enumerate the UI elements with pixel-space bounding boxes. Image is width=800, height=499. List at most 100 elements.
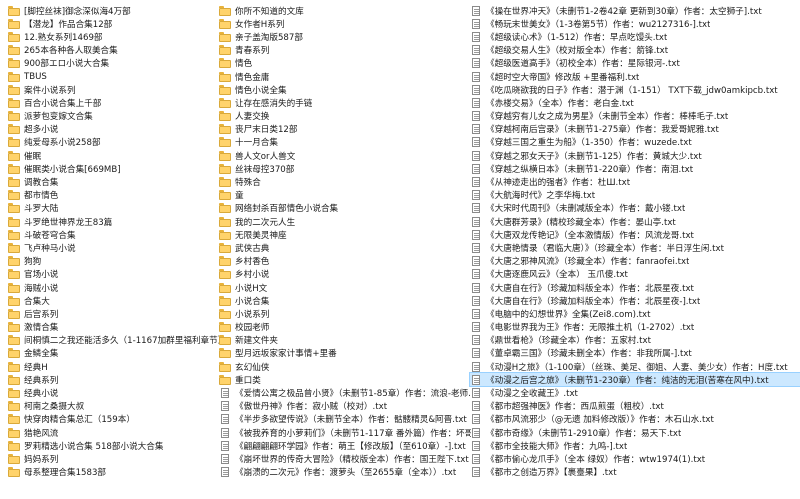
file-item[interactable]: 《翩翩翩翩环学园》作者：萌王【修改版】（至610章）-].txt bbox=[219, 439, 471, 452]
file-item[interactable]: 《畅玩末世美女》（1-3卷第5节）作者：wu2127316-].txt bbox=[470, 17, 800, 30]
file-item[interactable]: 《动漫之全收藏王》.txt bbox=[470, 386, 800, 399]
folder-item[interactable]: 亲子盖淘版587部 bbox=[219, 30, 471, 43]
folder-item[interactable]: 快穿肉精合集总汇（159本） bbox=[8, 413, 226, 426]
folder-item[interactable]: 罗莉精选小说合集 518部小说大合集 bbox=[8, 439, 226, 452]
folder-item[interactable]: 间桐慎二之我还能活多久（1-1167加群里福利章节） bbox=[8, 334, 226, 347]
folder-item[interactable]: 丝袜母控370部 bbox=[219, 162, 471, 175]
folder-item[interactable]: 童 bbox=[219, 189, 471, 202]
file-item[interactable]: 《半步多欲望传说》（未删节全本）作者：骷髅精灵&阿晋.txt bbox=[219, 413, 471, 426]
file-item[interactable]: 《动漫H之旅》（1-100章）（丝珠、美足、御姐、人妻、美少女）作者：H度.tx… bbox=[470, 360, 800, 373]
folder-item[interactable]: 后宫系列 bbox=[8, 307, 226, 320]
folder-item[interactable]: 特殊合 bbox=[219, 175, 471, 188]
folder-item[interactable]: 重口类 bbox=[219, 373, 471, 386]
folder-item[interactable]: 青春系列 bbox=[219, 44, 471, 57]
file-item[interactable]: 《大唐逐鹿风云》（全本） 玉爪傻.txt bbox=[470, 268, 800, 281]
file-item[interactable]: 《大宋时代周刊》（未删减版全本）作者：戴小镂.txt bbox=[470, 202, 800, 215]
folder-item[interactable]: 校园老师 bbox=[219, 321, 471, 334]
folder-item[interactable]: 小说合集 bbox=[219, 294, 471, 307]
folder-item[interactable]: 经典小说 bbox=[8, 386, 226, 399]
folder-item[interactable]: 纯爱母系小说258部 bbox=[8, 136, 226, 149]
folder-item[interactable]: 催眠类小说合集[669MB] bbox=[8, 162, 226, 175]
folder-item[interactable]: 新建文件夹 bbox=[219, 334, 471, 347]
file-item[interactable]: 《都市奇缘》（未删节1-2910章）作者：易天下.txt bbox=[470, 426, 800, 439]
folder-item[interactable]: 斗罗绝世神界龙王83篇 bbox=[8, 215, 226, 228]
folder-item[interactable]: 女作者H系列 bbox=[219, 17, 471, 30]
file-item[interactable]: 《傲世丹神》作者：寂小贼（校对）.txt bbox=[219, 400, 471, 413]
folder-item[interactable]: 900部エロ小说大合集 bbox=[8, 57, 226, 70]
folder-item[interactable]: 情色金庸 bbox=[219, 70, 471, 83]
file-item[interactable]: 《穿越三国之重生为船》（1-350）作者：wuzede.txt bbox=[470, 136, 800, 149]
folder-item[interactable]: 丧尸末日类12部 bbox=[219, 123, 471, 136]
file-item[interactable]: 《电脑中的幻想世界》全集(Zei8.com).txt bbox=[470, 307, 800, 320]
file-item[interactable]: 《崩溃的二次元》作者：渡萝头（至2655章（全本））.txt bbox=[219, 466, 471, 479]
folder-item[interactable]: 乡村小说 bbox=[219, 268, 471, 281]
file-item[interactable]: 《从神迹走出的强者》作者：杜Ш.txt bbox=[470, 175, 800, 188]
folder-item[interactable]: 玄幻仙侠 bbox=[219, 360, 471, 373]
folder-item[interactable]: 案件小说系列 bbox=[8, 83, 226, 96]
file-item[interactable]: 《都市全技能大师》作者：九鸣-].txt bbox=[470, 439, 800, 452]
file-item[interactable]: 《电影世界我为王》作者：无限推土机（1-2702）.txt bbox=[470, 321, 800, 334]
file-item[interactable]: 《大唐群芳录》(精校珍藏全本）作者：晏山亭.txt bbox=[470, 215, 800, 228]
file-item[interactable]: 《穿越之纵横日本》（未删节1-220章）作者：南泪.txt bbox=[470, 162, 800, 175]
file-item[interactable]: 《大航海时代》之李华梅.txt bbox=[470, 189, 800, 202]
file-item[interactable]: 《赤楼交易》（全本）作者：老白金.txt bbox=[470, 96, 800, 109]
folder-item[interactable]: 母系整理合集1583部 bbox=[8, 466, 226, 479]
folder-item[interactable]: 小说H文 bbox=[219, 281, 471, 294]
folder-item[interactable]: 超多小说 bbox=[8, 123, 226, 136]
folder-item[interactable]: 调教合集 bbox=[8, 175, 226, 188]
folder-item[interactable]: 十一月合集 bbox=[219, 136, 471, 149]
file-item[interactable]: 《都市风流邪少（@无遗 加料修改版）》作者：木石山水.txt bbox=[470, 413, 800, 426]
file-item[interactable]: 《超级医道高手》（初校全本）作者：星际银河-.txt bbox=[470, 57, 800, 70]
file-item[interactable]: 《被我养育的小萝莉们》（未删节1-117章 番外篇）作者：坏哥哥.txt bbox=[219, 426, 471, 439]
folder-item[interactable]: 斗罗大陆 bbox=[8, 202, 226, 215]
file-item[interactable]: 《都市之创造万界》【裹臺果】.txt bbox=[470, 466, 800, 479]
folder-item[interactable]: 经典H bbox=[8, 360, 226, 373]
folder-item[interactable]: 海贼小说 bbox=[8, 281, 226, 294]
folder-item[interactable]: 狗狗 bbox=[8, 255, 226, 268]
file-item[interactable]: 《穿越穷有儿女之成为男星》（未删节全本）作者：棒棒毛子.txt bbox=[470, 110, 800, 123]
folder-item[interactable]: 金鳞全集 bbox=[8, 347, 226, 360]
file-item[interactable]: 《崩坏世界的传奇大冒险》（精校版全本）作者：国王陛下.txt bbox=[219, 452, 471, 465]
folder-item[interactable]: 武侠古典 bbox=[219, 241, 471, 254]
file-item[interactable]: 《穿越柯南后宫录》（未删节1-275章）作者：我爱哥妮雅.txt bbox=[470, 123, 800, 136]
file-item[interactable]: 《都市偷心龙爪手》（全本 绿奴）作者：wtw1974(1).txt bbox=[470, 452, 800, 465]
folder-item[interactable]: 乡村香色 bbox=[219, 255, 471, 268]
file-item[interactable]: 《鼎世看枪》（珍藏全本）作者：五家村.txt bbox=[470, 334, 800, 347]
folder-item[interactable]: 飞卢种马小说 bbox=[8, 241, 226, 254]
folder-item[interactable]: 你所不知道的文库 bbox=[219, 4, 471, 17]
file-item[interactable]: 《穿越之邪女天子》（未删节1-125）作者：黄城大少.txt bbox=[470, 149, 800, 162]
file-item[interactable]: 《动漫之后宫之旅》（未删节1-230章）作者：纯洁的无泪(苦寒在风中).txt bbox=[469, 372, 800, 388]
file-item[interactable]: 《超时空大帝国》修改版 +里番福利.txt bbox=[470, 70, 800, 83]
file-item[interactable]: 《操在世界冲天》（未删节1-2卷42章 更新到30章）作者：太空狮子].txt bbox=[470, 4, 800, 17]
folder-item[interactable]: 斗破苍穹合集 bbox=[8, 228, 226, 241]
file-item[interactable]: 《超级读心术》（1-512）作者：早点吃馒头.txt bbox=[470, 30, 800, 43]
folder-item[interactable]: 激情合集 bbox=[8, 321, 226, 334]
file-item[interactable]: 《董卓霸三国》（珍藏未删全本）作者：非我所属-].txt bbox=[470, 347, 800, 360]
file-item[interactable]: 《大唐双龙传艳记》（全本激情版）作者：风流龙哥.txt bbox=[470, 228, 800, 241]
file-item[interactable]: 《大唐自在行》（珍藏加料版全本）作者：北辰星夜.txt bbox=[470, 281, 800, 294]
folder-item[interactable]: 柯南之桑摄大叔 bbox=[8, 400, 226, 413]
folder-item[interactable]: 小说系列 bbox=[219, 307, 471, 320]
folder-item[interactable]: 网络封杀百部情色小说合集 bbox=[219, 202, 471, 215]
folder-item[interactable]: TBUS bbox=[8, 70, 226, 83]
folder-item[interactable]: 【潜龙】作品合集12部 bbox=[8, 17, 226, 30]
file-item[interactable]: 《大唐自在行》（珍藏加料版全本）作者：北辰星夜-].txt bbox=[470, 294, 800, 307]
folder-item[interactable]: 我的二次元人生 bbox=[219, 215, 471, 228]
file-item[interactable]: 《都市超强神医》作者：西瓜煎蛋（粗校）.txt bbox=[470, 400, 800, 413]
folder-item[interactable]: 兽人文or人兽文 bbox=[219, 149, 471, 162]
file-item[interactable]: 《吃瓜晓欲我的日子》作者：潜于渊（1-151） TXT下载_jdw0amkipc… bbox=[470, 83, 800, 96]
folder-item[interactable]: 合集大 bbox=[8, 294, 226, 307]
folder-item[interactable]: 12.熟女系列1469部 bbox=[8, 30, 226, 43]
file-item[interactable]: 《大唐之邪神风流》（珍藏全本）作者：fanraofei.txt bbox=[470, 255, 800, 268]
file-item[interactable]: 《爱情公寓之极品曾小贤》（未删节1-85章）作者：流浪-老师.txt bbox=[219, 386, 471, 399]
folder-item[interactable]: 人妻交换 bbox=[219, 110, 471, 123]
folder-item[interactable]: 型月远坂家家计事情+里番 bbox=[219, 347, 471, 360]
folder-item[interactable]: [脚控丝袜]御念深似海4万部 bbox=[8, 4, 226, 17]
folder-item[interactable]: 265本各种各人取美合集 bbox=[8, 44, 226, 57]
folder-item[interactable]: 让存在感消失的手链 bbox=[219, 96, 471, 109]
file-item[interactable]: 《超级交易人生》（校对版全本）作者：箭锋.txt bbox=[470, 44, 800, 57]
folder-item[interactable]: 情色小说全集 bbox=[219, 83, 471, 96]
folder-item[interactable]: 无限美灵神座 bbox=[219, 228, 471, 241]
folder-item[interactable]: 官场小说 bbox=[8, 268, 226, 281]
folder-item[interactable]: 情色 bbox=[219, 57, 471, 70]
